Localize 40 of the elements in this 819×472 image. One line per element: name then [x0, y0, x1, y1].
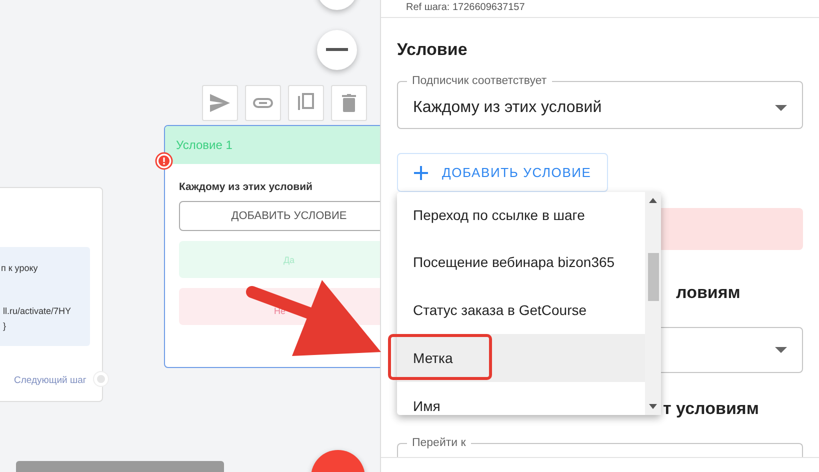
add-condition-button[interactable]: ДОБАВИТЬ УСЛОВИЕ — [397, 153, 608, 192]
section-heading: Условие — [397, 40, 468, 60]
menu-item[interactable]: Переход по ссылке в шаге — [397, 192, 645, 238]
plus-icon — [414, 166, 428, 180]
dropdown-caret-icon — [775, 347, 787, 353]
scrollbar-thumb[interactable] — [648, 253, 658, 301]
menu-item[interactable]: Метка — [397, 334, 645, 382]
match-select[interactable]: Подписчик соответствует Каждому из этих условий — [397, 74, 803, 129]
menu-item[interactable]: Статус заказа в GetCourse — [397, 286, 645, 334]
field-label: Перейти к — [411, 436, 467, 450]
copy-icon — [298, 93, 314, 113]
menu-item[interactable]: Имя — [397, 382, 645, 415]
section-heading: ловиям — [676, 283, 742, 303]
yes-label: Да — [283, 254, 295, 264]
message-text: } — [3, 321, 6, 331]
select-value: Каждому из этих условий — [413, 99, 602, 117]
field-label: Подписчик соответствует — [411, 74, 548, 88]
message-text: п к уроку — [1, 263, 38, 273]
section-heading: т условиям — [663, 399, 760, 419]
menu-item[interactable]: Посещение вебинара bizon365 — [397, 238, 645, 286]
delete-button[interactable] — [331, 85, 367, 121]
step-ref: Ref шага: 1726609637157 — [381, 0, 819, 18]
next-step-label: Следующий шаг — [14, 375, 86, 386]
scrollbar[interactable] — [645, 192, 661, 415]
send-icon — [210, 94, 230, 112]
send-button[interactable] — [202, 85, 238, 121]
add-condition-button[interactable]: ДОБАВИТЬ УСЛОВИЕ — [179, 201, 380, 231]
message-text: ll.ru/activate/7HY — [3, 306, 72, 316]
scroll-up-icon — [649, 198, 657, 203]
card-title: Условие 1 — [176, 138, 232, 152]
zoom-out-button[interactable] — [317, 30, 357, 70]
minus-icon — [326, 48, 348, 52]
link-icon — [253, 98, 273, 108]
trash-icon — [342, 94, 356, 112]
condition-subtitle: Каждому из этих условий — [179, 181, 312, 193]
link-button[interactable] — [245, 85, 281, 121]
dropdown-caret-icon — [775, 105, 787, 111]
step-card[interactable]: п к уроку ll.ru/activate/7HY } Следующий шаг — [0, 187, 103, 402]
copy-button[interactable] — [288, 85, 324, 121]
scroll-down-icon — [649, 404, 657, 409]
